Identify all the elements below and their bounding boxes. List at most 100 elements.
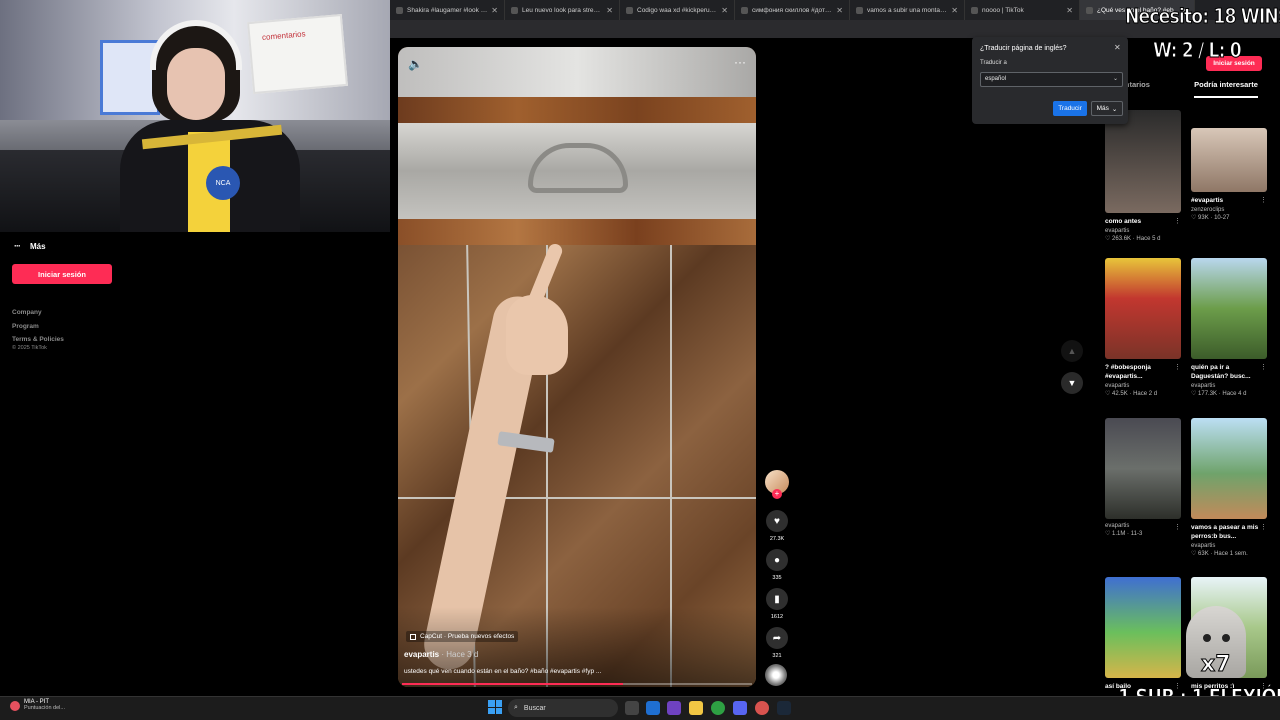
card-author[interactable]: evapartis [1191,383,1267,389]
tab-label: Leu nuevo look para streams #c [522,6,603,14]
like-count: 27.3K [769,536,785,542]
save-action[interactable]: ▮ 1612 [765,588,789,620]
win-loss-overlay: W: 2 / L: 0 [1153,38,1243,63]
comment-icon[interactable]: ● [766,549,788,571]
card-title: #evapartis [1191,197,1224,204]
wins-needed-overlay: Necesito: 18 WINS [1125,4,1280,29]
taskbar-search[interactable]: ⌕ Buscar [508,699,618,717]
chrome-icon[interactable] [711,701,725,715]
file-explorer-icon[interactable] [689,701,703,715]
browser-tab[interactable]: Codigo waa xd #kickperu #mac ✕ [620,0,735,20]
card-title: vamos a pasear a mis perros:b bus... [1191,524,1259,540]
heart-icon: ♡ [1105,391,1113,397]
footer-link-company[interactable]: Company [12,306,64,320]
selected-language: español [985,76,1007,82]
translate-button[interactable]: Traducir [1053,101,1087,116]
card-date: Hace 1 sem. [1214,551,1248,557]
heart-icon[interactable]: ♥ [766,510,788,532]
close-icon[interactable]: ✕ [1114,43,1121,52]
close-icon[interactable]: ✕ [1066,6,1073,15]
login-button[interactable]: Iniciar sesión [12,264,112,284]
video-progress-fill [402,683,623,685]
browser-tab[interactable]: vamos a subir una montaña c: ✕ [850,0,965,20]
recommended-video-card[interactable]: ⋮ evapartis ♡ 1.1M · 11-3 [1105,418,1181,537]
previous-video-button[interactable]: ▲ [1061,340,1083,362]
share-icon[interactable]: ➦ [766,627,788,649]
obs-icon[interactable] [755,701,769,715]
comment-action[interactable]: ● 335 [765,549,789,581]
more-options-icon[interactable]: ⋮ [1260,523,1267,531]
footer-link-program[interactable]: Program [12,320,64,334]
chevron-down-icon: ⌄ [1112,76,1118,82]
close-icon[interactable]: ✕ [721,6,728,15]
capcut-icon [410,633,416,640]
card-title: quién pa ir a Daguestán? busc... [1191,364,1251,380]
card-author[interactable]: evapartis [1191,543,1267,549]
windows-start-icon[interactable] [488,700,502,714]
card-stats: ♡ 177.3K · Hace 4 d [1191,391,1247,397]
follow-plus-icon[interactable]: + [772,489,782,499]
video-thumbnail[interactable] [1105,418,1181,519]
browser-tab[interactable]: noooo | TikTok ✕ [965,0,1080,20]
like-action[interactable]: ♥ 27.3K [765,510,789,542]
video-thumbnail[interactable] [1105,258,1181,359]
tiktok-icon [511,6,518,14]
discord-icon[interactable] [733,701,747,715]
more-options-icon[interactable]: ⋮ [1174,217,1181,225]
author-name[interactable]: evapartis [404,650,439,659]
video-thumbnail[interactable] [1191,128,1267,192]
sidebar-item-more[interactable]: ··· Más [14,241,46,251]
video-time: · Hace 3 d [439,650,479,659]
next-video-button[interactable]: ▼ [1061,372,1083,394]
share-action[interactable]: ➦ 321 [765,627,789,659]
more-options-icon[interactable]: ⋮ [1260,363,1267,371]
video-thumbnail[interactable] [1191,418,1267,519]
language-select[interactable]: español ⌄ [980,72,1123,87]
steam-icon[interactable] [777,701,791,715]
copyright: © 2025 TikTok [12,345,47,351]
recommended-video-card[interactable]: ? #bobesponja #evapartis... ⋮ evapartis ♡ 4… [1105,258,1181,397]
close-icon[interactable]: ✕ [836,6,843,15]
translate-title: ¿Traducir página de inglés? [980,45,1067,52]
more-options-icon[interactable]: ⋮ [1174,523,1181,531]
browser-tab[interactable]: Leu nuevo look para streams #c✕ [505,0,620,20]
bookmark-icon[interactable]: ▮ [766,588,788,610]
tab-recommended[interactable]: Podría interesarte [1194,80,1258,98]
task-view-icon[interactable] [625,701,639,715]
card-title: como antes [1105,218,1142,225]
browser-tab[interactable]: симфония скиллов #дота2 #др✕ [735,0,850,20]
more-options-icon[interactable]: ··· [734,55,746,69]
more-options-icon[interactable]: ⋮ [1174,363,1181,371]
recommended-video-card[interactable]: #evapartis ⋮ zenzeroclips ♡ 93K · 10-27 [1191,128,1267,221]
video-player[interactable]: 🔈 ··· CapCut · Prueba nuevos efectos eva… [398,47,756,687]
video-thumbnail[interactable] [1191,258,1267,359]
volume-icon[interactable]: 🔈 [408,57,423,71]
recommended-video-card[interactable]: quién pa ir a Daguestán? busc... ⋮ evapart… [1191,258,1267,397]
card-author[interactable]: evapartis [1105,523,1181,529]
taskbar-widget[interactable]: MIA - PIT Puntuación del... [10,699,65,711]
close-icon[interactable]: ✕ [491,6,498,15]
recommended-video-card[interactable]: como antes ⋮ evapartis ♡ 263.6K · Hace 5 d [1105,110,1181,242]
more-options-icon[interactable]: ⋮ [1260,196,1267,204]
close-icon[interactable]: ✕ [951,6,958,15]
browser-tab[interactable]: Shakira #laugamer #look #g ✕ [390,0,505,20]
translate-popup: ¿Traducir página de inglés? ✕ Traducir a… [972,37,1128,124]
tiktok-icon [856,6,863,14]
close-icon[interactable]: ✕ [606,6,613,15]
translate-more-button[interactable]: Más ⌄ [1091,101,1123,116]
edge-icon[interactable] [646,701,660,715]
effect-tag[interactable]: CapCut · Prueba nuevos efectos [406,631,519,642]
recommended-video-card[interactable]: así bailo ⋮ [1105,577,1181,691]
video-thumbnail[interactable] [1105,577,1181,678]
copilot-icon[interactable] [667,701,681,715]
video-thumbnail[interactable] [1105,110,1181,213]
card-likes: 177.3K [1198,391,1218,397]
recommended-video-card[interactable]: vamos a pasear a mis perros:b bus... ⋮ eva… [1191,418,1267,557]
video-author[interactable]: evapartis · Hace 3 d [404,650,478,659]
effect-label: CapCut · Prueba nuevos efectos [420,633,515,640]
music-disc-icon[interactable] [765,664,787,686]
video-progress-bar[interactable] [402,683,752,685]
card-author[interactable]: evapartis [1105,228,1181,234]
card-author[interactable]: zenzeroclips [1191,207,1267,213]
card-author[interactable]: evapartis [1105,383,1181,389]
